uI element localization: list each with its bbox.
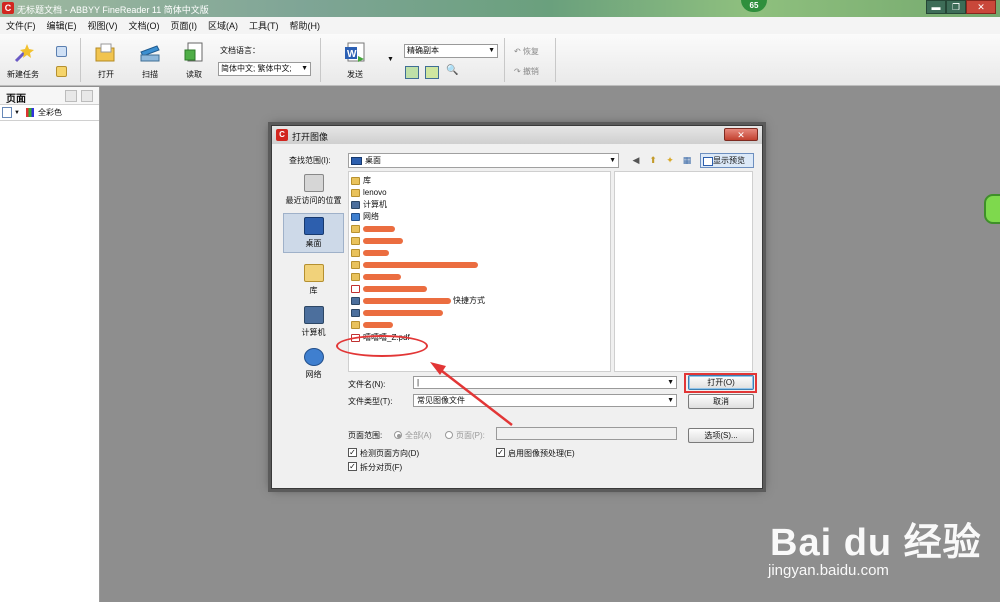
baidu-watermark-url: jingyan.baidu.com <box>768 562 889 579</box>
baidu-watermark: Bai du 经验 <box>770 522 982 564</box>
